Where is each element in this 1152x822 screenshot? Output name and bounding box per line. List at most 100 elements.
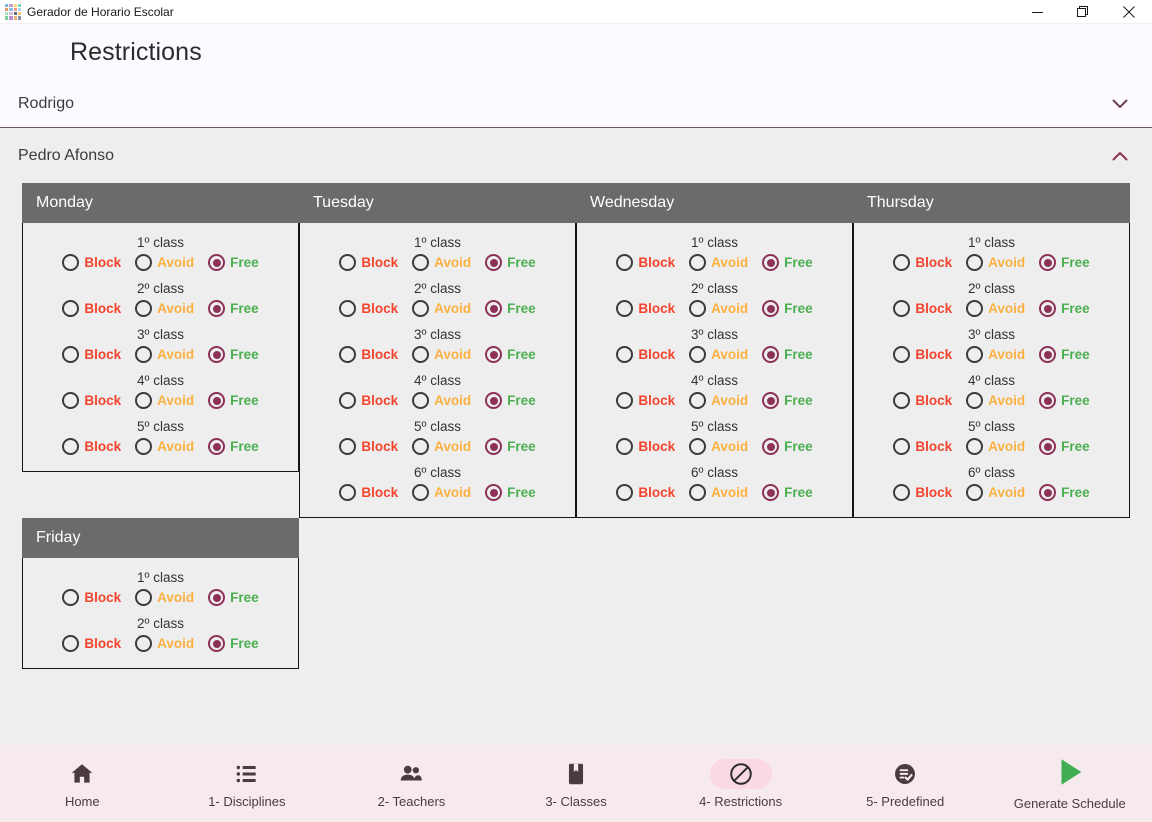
- radio-option-free[interactable]: Free: [762, 438, 813, 455]
- radio-option-block[interactable]: Block: [616, 392, 675, 409]
- radio-option-free[interactable]: Free: [485, 438, 536, 455]
- radio-option-block[interactable]: Block: [62, 438, 121, 455]
- radio-option-block[interactable]: Block: [893, 438, 952, 455]
- radio-free-selected[interactable]: [762, 346, 780, 363]
- radio-avoid-unselected[interactable]: [412, 300, 430, 317]
- radio-option-free[interactable]: Free: [762, 346, 813, 363]
- radio-block-unselected[interactable]: [62, 346, 80, 363]
- radio-option-free[interactable]: Free: [485, 392, 536, 409]
- radio-option-avoid[interactable]: Avoid: [135, 589, 194, 606]
- radio-free-selected[interactable]: [208, 589, 226, 606]
- chevron-down-icon[interactable]: [1110, 94, 1130, 114]
- radio-option-block[interactable]: Block: [62, 254, 121, 271]
- radio-free-selected[interactable]: [485, 300, 503, 317]
- radio-block-unselected[interactable]: [62, 438, 80, 455]
- radio-option-avoid[interactable]: Avoid: [135, 438, 194, 455]
- radio-block-unselected[interactable]: [339, 438, 357, 455]
- radio-option-block[interactable]: Block: [339, 392, 398, 409]
- chevron-up-icon[interactable]: [1110, 146, 1130, 166]
- close-button[interactable]: [1106, 0, 1152, 24]
- radio-block-unselected[interactable]: [339, 392, 357, 409]
- nav-item-1-disciplines[interactable]: 1- Disciplines: [165, 745, 330, 822]
- radio-free-selected[interactable]: [208, 392, 226, 409]
- radio-block-unselected[interactable]: [893, 346, 911, 363]
- radio-option-free[interactable]: Free: [1039, 346, 1090, 363]
- radio-option-free[interactable]: Free: [1039, 484, 1090, 501]
- radio-block-unselected[interactable]: [62, 392, 80, 409]
- radio-avoid-unselected[interactable]: [966, 346, 984, 363]
- radio-free-selected[interactable]: [1039, 392, 1057, 409]
- radio-free-selected[interactable]: [762, 484, 780, 501]
- radio-option-free[interactable]: Free: [485, 346, 536, 363]
- radio-option-free[interactable]: Free: [208, 392, 259, 409]
- radio-free-selected[interactable]: [1039, 438, 1057, 455]
- radio-free-selected[interactable]: [762, 392, 780, 409]
- radio-option-free[interactable]: Free: [1039, 392, 1090, 409]
- radio-block-unselected[interactable]: [339, 254, 357, 271]
- radio-block-unselected[interactable]: [62, 300, 80, 317]
- radio-option-avoid[interactable]: Avoid: [412, 392, 471, 409]
- radio-option-block[interactable]: Block: [616, 254, 675, 271]
- radio-avoid-unselected[interactable]: [966, 484, 984, 501]
- radio-option-free[interactable]: Free: [1039, 300, 1090, 317]
- radio-avoid-unselected[interactable]: [412, 346, 430, 363]
- radio-free-selected[interactable]: [208, 635, 226, 652]
- radio-avoid-unselected[interactable]: [412, 484, 430, 501]
- radio-avoid-unselected[interactable]: [412, 438, 430, 455]
- radio-option-block[interactable]: Block: [893, 300, 952, 317]
- radio-block-unselected[interactable]: [893, 392, 911, 409]
- radio-avoid-unselected[interactable]: [135, 300, 153, 317]
- radio-option-block[interactable]: Block: [893, 346, 952, 363]
- radio-option-block[interactable]: Block: [893, 254, 952, 271]
- radio-block-unselected[interactable]: [616, 438, 634, 455]
- radio-option-block[interactable]: Block: [893, 484, 952, 501]
- radio-option-free[interactable]: Free: [762, 392, 813, 409]
- radio-block-unselected[interactable]: [339, 300, 357, 317]
- radio-option-avoid[interactable]: Avoid: [689, 438, 748, 455]
- radio-block-unselected[interactable]: [893, 254, 911, 271]
- radio-block-unselected[interactable]: [616, 254, 634, 271]
- radio-option-avoid[interactable]: Avoid: [689, 300, 748, 317]
- radio-option-free[interactable]: Free: [208, 346, 259, 363]
- radio-option-free[interactable]: Free: [1039, 438, 1090, 455]
- radio-free-selected[interactable]: [208, 346, 226, 363]
- radio-option-avoid[interactable]: Avoid: [135, 635, 194, 652]
- radio-avoid-unselected[interactable]: [135, 589, 153, 606]
- radio-avoid-unselected[interactable]: [689, 346, 707, 363]
- radio-option-avoid[interactable]: Avoid: [966, 254, 1025, 271]
- radio-free-selected[interactable]: [208, 438, 226, 455]
- radio-option-block[interactable]: Block: [62, 346, 121, 363]
- radio-option-avoid[interactable]: Avoid: [966, 438, 1025, 455]
- radio-block-unselected[interactable]: [616, 484, 634, 501]
- radio-avoid-unselected[interactable]: [135, 254, 153, 271]
- radio-option-avoid[interactable]: Avoid: [966, 484, 1025, 501]
- radio-option-block[interactable]: Block: [893, 392, 952, 409]
- radio-option-free[interactable]: Free: [208, 438, 259, 455]
- radio-option-block[interactable]: Block: [339, 300, 398, 317]
- radio-option-avoid[interactable]: Avoid: [966, 392, 1025, 409]
- radio-option-avoid[interactable]: Avoid: [412, 346, 471, 363]
- radio-option-avoid[interactable]: Avoid: [689, 392, 748, 409]
- radio-option-avoid[interactable]: Avoid: [412, 484, 471, 501]
- radio-avoid-unselected[interactable]: [966, 392, 984, 409]
- radio-free-selected[interactable]: [1039, 300, 1057, 317]
- radio-option-block[interactable]: Block: [616, 484, 675, 501]
- maximize-button[interactable]: [1060, 0, 1106, 24]
- radio-free-selected[interactable]: [762, 438, 780, 455]
- radio-option-free[interactable]: Free: [1039, 254, 1090, 271]
- radio-option-free[interactable]: Free: [208, 254, 259, 271]
- radio-block-unselected[interactable]: [339, 484, 357, 501]
- radio-option-block[interactable]: Block: [62, 300, 121, 317]
- radio-free-selected[interactable]: [485, 254, 503, 271]
- radio-avoid-unselected[interactable]: [689, 300, 707, 317]
- radio-avoid-unselected[interactable]: [689, 484, 707, 501]
- radio-avoid-unselected[interactable]: [412, 392, 430, 409]
- radio-option-avoid[interactable]: Avoid: [689, 346, 748, 363]
- radio-option-free[interactable]: Free: [485, 254, 536, 271]
- radio-block-unselected[interactable]: [893, 300, 911, 317]
- accordion-rodrigo[interactable]: Rodrigo: [0, 80, 1152, 128]
- radio-option-free[interactable]: Free: [762, 254, 813, 271]
- radio-avoid-unselected[interactable]: [135, 438, 153, 455]
- radio-block-unselected[interactable]: [616, 392, 634, 409]
- radio-option-avoid[interactable]: Avoid: [689, 484, 748, 501]
